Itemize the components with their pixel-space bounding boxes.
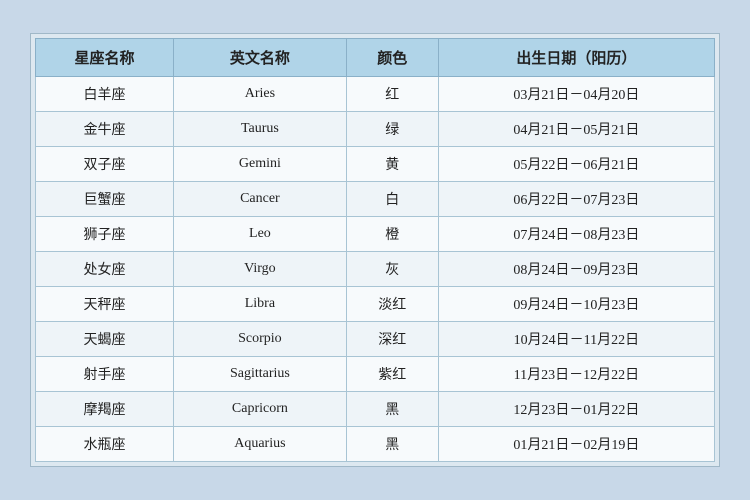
cell-color: 黑 [346,427,438,462]
cell-date: 10月24日－11月22日 [438,322,714,357]
cell-zh: 射手座 [36,357,174,392]
header-en: 英文名称 [174,39,347,77]
cell-date: 05月22日－06月21日 [438,147,714,182]
cell-en: Libra [174,287,347,322]
table-row: 巨蟹座Cancer白06月22日－07月23日 [36,182,715,217]
cell-en: Scorpio [174,322,347,357]
table-row: 白羊座Aries红03月21日－04月20日 [36,77,715,112]
header-date: 出生日期（阳历） [438,39,714,77]
cell-date: 08月24日－09月23日 [438,252,714,287]
table-row: 双子座Gemini黄05月22日－06月21日 [36,147,715,182]
cell-zh: 处女座 [36,252,174,287]
cell-zh: 水瓶座 [36,427,174,462]
cell-en: Leo [174,217,347,252]
cell-en: Gemini [174,147,347,182]
table-row: 射手座Sagittarius紫红11月23日－12月22日 [36,357,715,392]
cell-color: 紫红 [346,357,438,392]
cell-en: Taurus [174,112,347,147]
header-zh: 星座名称 [36,39,174,77]
cell-color: 橙 [346,217,438,252]
cell-date: 07月24日－08月23日 [438,217,714,252]
cell-zh: 双子座 [36,147,174,182]
table-row: 处女座Virgo灰08月24日－09月23日 [36,252,715,287]
cell-date: 03月21日－04月20日 [438,77,714,112]
table-row: 金牛座Taurus绿04月21日－05月21日 [36,112,715,147]
cell-en: Sagittarius [174,357,347,392]
cell-date: 09月24日－10月23日 [438,287,714,322]
cell-date: 01月21日－02月19日 [438,427,714,462]
cell-color: 白 [346,182,438,217]
cell-zh: 狮子座 [36,217,174,252]
cell-en: Aries [174,77,347,112]
cell-date: 06月22日－07月23日 [438,182,714,217]
cell-zh: 巨蟹座 [36,182,174,217]
cell-en: Virgo [174,252,347,287]
cell-color: 绿 [346,112,438,147]
cell-date: 11月23日－12月22日 [438,357,714,392]
cell-zh: 摩羯座 [36,392,174,427]
cell-zh: 金牛座 [36,112,174,147]
table-header-row: 星座名称 英文名称 颜色 出生日期（阳历） [36,39,715,77]
cell-color: 黑 [346,392,438,427]
table-row: 摩羯座Capricorn黑12月23日－01月22日 [36,392,715,427]
table-row: 天蝎座Scorpio深红10月24日－11月22日 [36,322,715,357]
cell-color: 红 [346,77,438,112]
cell-zh: 天秤座 [36,287,174,322]
cell-date: 12月23日－01月22日 [438,392,714,427]
cell-en: Aquarius [174,427,347,462]
cell-date: 04月21日－05月21日 [438,112,714,147]
zodiac-table: 星座名称 英文名称 颜色 出生日期（阳历） 白羊座Aries红03月21日－04… [35,38,715,462]
cell-color: 灰 [346,252,438,287]
cell-en: Cancer [174,182,347,217]
cell-zh: 天蝎座 [36,322,174,357]
header-color: 颜色 [346,39,438,77]
cell-zh: 白羊座 [36,77,174,112]
cell-color: 淡红 [346,287,438,322]
table-row: 天秤座Libra淡红09月24日－10月23日 [36,287,715,322]
cell-color: 黄 [346,147,438,182]
table-container: 星座名称 英文名称 颜色 出生日期（阳历） 白羊座Aries红03月21日－04… [30,33,720,467]
cell-en: Capricorn [174,392,347,427]
cell-color: 深红 [346,322,438,357]
table-row: 水瓶座Aquarius黑01月21日－02月19日 [36,427,715,462]
table-row: 狮子座Leo橙07月24日－08月23日 [36,217,715,252]
